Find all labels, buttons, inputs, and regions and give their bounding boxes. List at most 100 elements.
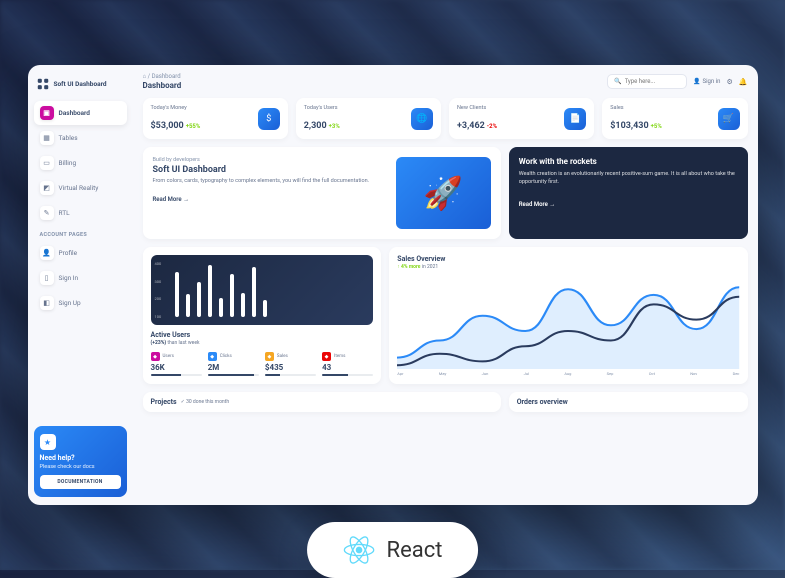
hero-card: Build by developers Soft UI Dashboard Fr… bbox=[143, 147, 501, 239]
user-icon: 👤 bbox=[693, 78, 700, 85]
document-icon: ▯ bbox=[40, 271, 54, 285]
x-tick: Apr bbox=[397, 371, 403, 376]
nav-vr[interactable]: ◩ Virtual Reality bbox=[34, 176, 127, 200]
bar-y-axis: 400 300 200 100 bbox=[155, 261, 162, 319]
user-icon: 👤 bbox=[40, 246, 54, 260]
stat-label: New Clients bbox=[457, 105, 497, 111]
signin-label: Sign in bbox=[703, 78, 721, 85]
documentation-button[interactable]: DOCUMENTATION bbox=[40, 475, 121, 489]
react-icon bbox=[343, 534, 375, 566]
active-users-stats: ◆Users36K◆Clicks2M◆Sales$435◆Items43 bbox=[151, 352, 374, 376]
stat-value: +3,462 bbox=[457, 121, 485, 131]
x-tick: May bbox=[439, 371, 447, 376]
nav-label: RTL bbox=[59, 209, 70, 217]
main-content: ⌂ / Dashboard Dashboard 🔍 👤 Sign in ⚙ 🔔 bbox=[133, 65, 758, 505]
active-users-subtitle: (+23%) than last week bbox=[151, 340, 374, 346]
nav-signin[interactable]: ▯ Sign In bbox=[34, 266, 127, 290]
hero-read-more[interactable]: Read More → bbox=[153, 196, 396, 203]
search-icon: 🔍 bbox=[614, 78, 621, 85]
cart-icon: 🛒 bbox=[718, 108, 740, 130]
au-label: Clicks bbox=[220, 354, 232, 359]
gear-icon[interactable]: ⚙ bbox=[727, 78, 733, 86]
projects-title: Projects bbox=[151, 398, 177, 406]
au-stat: ◆Items 43 bbox=[322, 352, 373, 376]
rockets-description: Wealth creation is an evolutionarily rec… bbox=[519, 170, 738, 187]
stat-mini-icon: ◆ bbox=[265, 352, 274, 361]
sales-line-chart bbox=[397, 274, 739, 369]
logo-icon bbox=[36, 77, 50, 91]
au-stat: ◆Users36K bbox=[151, 352, 202, 376]
nav-section-account: ACCOUNT PAGES bbox=[34, 226, 127, 241]
bar-chart: 400 300 200 100 bbox=[151, 255, 374, 325]
projects-subtitle: ✓ 30 done this month bbox=[181, 399, 229, 405]
stat-sales: Sales $103,430+5% 🛒 bbox=[602, 98, 747, 139]
sales-title: Sales Overview bbox=[397, 255, 739, 263]
search-input[interactable] bbox=[625, 78, 681, 85]
stat-change: +5% bbox=[651, 123, 662, 130]
rockets-title: Work with the rockets bbox=[519, 157, 738, 166]
nav-label: Sign Up bbox=[59, 299, 81, 307]
bar bbox=[252, 267, 256, 317]
hero-title: Soft UI Dashboard bbox=[153, 165, 396, 175]
tick: 200 bbox=[155, 296, 162, 301]
breadcrumb: ⌂ / Dashboard bbox=[143, 73, 182, 80]
coins-icon: $ bbox=[258, 108, 280, 130]
bar bbox=[241, 293, 245, 317]
bar bbox=[230, 274, 234, 317]
bar bbox=[208, 265, 212, 317]
bell-icon[interactable]: 🔔 bbox=[739, 78, 748, 86]
hero-row: Build by developers Soft UI Dashboard Fr… bbox=[143, 147, 748, 239]
orders-card: Orders overview bbox=[509, 392, 748, 412]
tick: 300 bbox=[155, 279, 162, 284]
topbar: ⌂ / Dashboard Dashboard 🔍 👤 Sign in ⚙ 🔔 bbox=[143, 73, 748, 90]
document-icon: 📄 bbox=[564, 108, 586, 130]
stat-mini-icon: ◆ bbox=[208, 352, 217, 361]
table-icon: ▦ bbox=[40, 131, 54, 145]
bar bbox=[219, 298, 223, 317]
stat-change: +3% bbox=[329, 123, 340, 130]
active-users-title: Active Users bbox=[151, 331, 374, 339]
bar bbox=[263, 300, 267, 317]
stat-clients: New Clients +3,462-2% 📄 bbox=[449, 98, 594, 139]
cube-icon: ◩ bbox=[40, 181, 54, 195]
au-stat: ◆Clicks2M bbox=[208, 352, 259, 376]
brand-name: Soft UI Dashboard bbox=[54, 80, 107, 88]
projects-card: Projects ✓ 30 done this month bbox=[143, 392, 501, 412]
react-label: React bbox=[387, 538, 443, 563]
help-subtitle: Please check our docs bbox=[40, 464, 121, 470]
x-tick: Jul bbox=[524, 371, 529, 376]
search-box[interactable]: 🔍 bbox=[607, 74, 687, 89]
nav-dashboard[interactable]: ▣ Dashboard bbox=[34, 101, 127, 125]
orders-title: Orders overview bbox=[517, 398, 568, 406]
au-value: 36K bbox=[151, 363, 202, 372]
tick: 100 bbox=[155, 314, 162, 319]
rockets-card: Work with the rockets Wealth creation is… bbox=[509, 147, 748, 239]
nav-label: Tables bbox=[59, 134, 78, 142]
rocket-illustration: 🚀 bbox=[423, 174, 463, 212]
nav-profile[interactable]: 👤 Profile bbox=[34, 241, 127, 265]
app-window: Soft UI Dashboard ▣ Dashboard ▦ Tables ▭… bbox=[28, 65, 758, 505]
credit-card-icon: ▭ bbox=[40, 156, 54, 170]
bar bbox=[186, 294, 190, 317]
topbar-right: 🔍 👤 Sign in ⚙ 🔔 bbox=[607, 74, 747, 89]
nav-billing[interactable]: ▭ Billing bbox=[34, 151, 127, 175]
brand-logo: Soft UI Dashboard bbox=[34, 73, 127, 101]
au-label: Items bbox=[334, 354, 345, 359]
signin-link[interactable]: 👤 Sign in bbox=[693, 78, 720, 85]
stats-row: Today's Money $53,000+55% $ Today's User… bbox=[143, 98, 748, 139]
bottom-row: Projects ✓ 30 done this month Orders ove… bbox=[143, 392, 748, 412]
nav-rtl[interactable]: ✎ RTL bbox=[34, 201, 127, 225]
stat-change: -2% bbox=[487, 123, 497, 130]
rockets-read-more[interactable]: Read More → bbox=[519, 201, 738, 208]
nav-label: Sign In bbox=[59, 274, 79, 282]
au-value: 43 bbox=[322, 363, 373, 372]
stat-label: Today's Money bbox=[151, 105, 201, 111]
nav-signup[interactable]: ◧ Sign Up bbox=[34, 291, 127, 315]
tool-icon: ✎ bbox=[40, 206, 54, 220]
bar bbox=[197, 282, 201, 317]
hero-eyebrow: Build by developers bbox=[153, 157, 396, 163]
stat-mini-icon: ◆ bbox=[322, 352, 331, 361]
nav-tables[interactable]: ▦ Tables bbox=[34, 126, 127, 150]
stat-value: $53,000 bbox=[151, 121, 184, 131]
nav-label: Billing bbox=[59, 159, 77, 167]
